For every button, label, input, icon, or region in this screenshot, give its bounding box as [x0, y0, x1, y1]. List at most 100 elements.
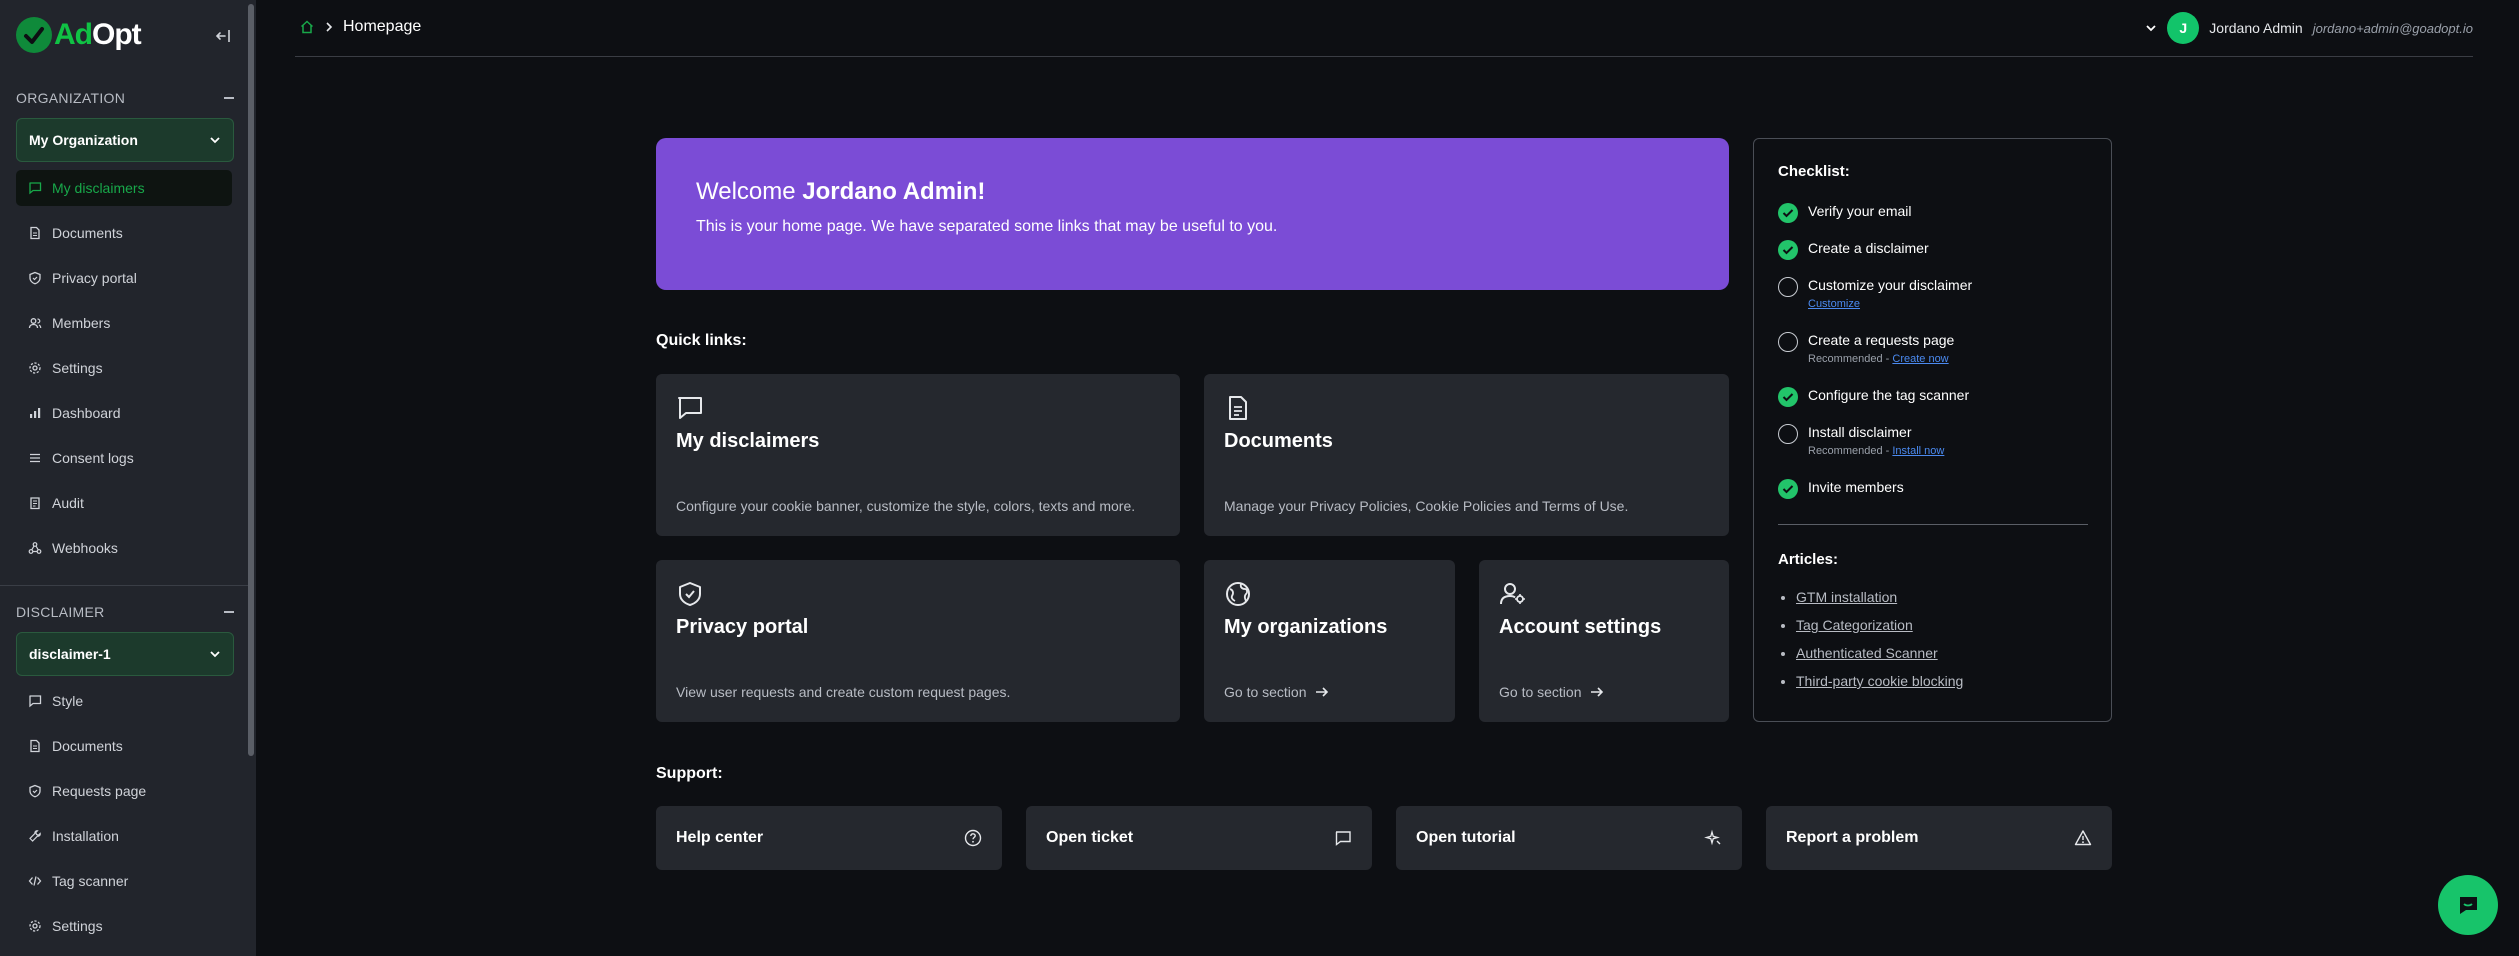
quick-links-label: Quick links:: [656, 332, 747, 349]
organization-selected-label: My Organization: [29, 132, 138, 148]
checklist-item-label: Verify your email: [1808, 203, 1912, 219]
sidebar-item-disclaimer-documents[interactable]: Documents: [16, 728, 232, 764]
quick-link-my-organizations[interactable]: My organizations Go to section: [1204, 560, 1455, 722]
top-bar: Homepage J Jordano Admin jordano+admin@g…: [295, 0, 2473, 57]
go-to-section-link[interactable]: Go to section: [1499, 684, 1604, 700]
article-link[interactable]: GTM installation: [1796, 589, 1963, 605]
sidebar-item-dashboard[interactable]: Dashboard: [16, 395, 232, 431]
card-description-text: Go to section: [1224, 684, 1307, 700]
sidebar-item-installation[interactable]: Installation: [16, 818, 232, 854]
articles-title: Articles:: [1778, 551, 1839, 568]
checklist-item-customize-disclaimer: Customize your disclaimer Customize: [1778, 277, 1972, 310]
shield-icon: [679, 582, 701, 606]
user-menu[interactable]: J Jordano Admin jordano+admin@goadopt.io: [2145, 12, 2473, 44]
empty-circle-icon: [1778, 277, 1798, 297]
sparkles-icon: [1704, 829, 1721, 846]
disclaimer-section-label: DISCLAIMER: [16, 604, 105, 620]
welcome-heading: Welcome Jordano Admin!: [696, 178, 1689, 206]
sidebar-item-label: Requests page: [52, 783, 147, 799]
quick-link-my-disclaimers[interactable]: My disclaimers Configure your cookie ban…: [656, 374, 1180, 536]
checklist-divider: [1778, 524, 2088, 525]
check-circle-icon: [1778, 203, 1798, 223]
sidebar-item-label: Settings: [52, 360, 103, 376]
organization-selector[interactable]: My Organization: [16, 118, 234, 162]
sidebar-item-label: Style: [52, 693, 84, 709]
support-open-ticket[interactable]: Open ticket: [1026, 806, 1372, 870]
chevron-down-icon[interactable]: [2145, 22, 2157, 34]
checklist-item-sub: Customize: [1808, 298, 1972, 310]
clipboard-icon: [30, 497, 40, 510]
sidebar-item-label: Installation: [52, 828, 119, 844]
minus-icon[interactable]: [224, 611, 234, 613]
support-open-tutorial[interactable]: Open tutorial: [1396, 806, 1742, 870]
sidebar-item-disclaimer-settings[interactable]: Settings: [16, 908, 232, 944]
card-description: Configure your cookie banner, customize …: [676, 498, 1135, 514]
checklist-item-create-requests-page: Create a requests page Recommended - Cre…: [1778, 332, 1954, 365]
sidebar-scrollbar[interactable]: [248, 4, 254, 756]
support-help-center[interactable]: Help center: [656, 806, 1002, 870]
organization-section-header[interactable]: ORGANIZATION: [16, 90, 234, 106]
minus-icon[interactable]: [224, 97, 234, 99]
article-link[interactable]: Authenticated Scanner: [1796, 645, 1963, 661]
sidebar-item-audit[interactable]: Audit: [16, 485, 232, 521]
sidebar: AdOpt ORGANIZATION My Organization My di…: [0, 0, 256, 956]
sidebar-item-webhooks[interactable]: Webhooks: [16, 530, 232, 566]
logo-text: AdOpt: [54, 18, 142, 52]
empty-circle-icon: [1778, 332, 1798, 352]
sidebar-item-label: Tag scanner: [52, 873, 129, 889]
recommended-label: Recommended -: [1808, 353, 1893, 365]
disclaimer-selector[interactable]: disclaimer-1: [16, 632, 234, 676]
support-report-problem[interactable]: Report a problem: [1766, 806, 2112, 870]
sidebar-item-label: My disclaimers: [52, 180, 145, 196]
customize-link[interactable]: Customize: [1808, 298, 1860, 310]
disclaimer-section-header[interactable]: DISCLAIMER: [16, 604, 234, 620]
warning-icon: [2074, 830, 2092, 846]
chevron-down-icon: [210, 137, 220, 144]
user-settings-icon: [1500, 583, 1525, 605]
chat-button[interactable]: [2438, 875, 2498, 935]
sidebar-item-members[interactable]: Members: [16, 305, 232, 341]
chat-icon: [2459, 897, 2477, 914]
sidebar-item-documents[interactable]: Documents: [16, 215, 232, 251]
card-description-text: View user requests and create custom req…: [676, 684, 1011, 700]
organization-section-label: ORGANIZATION: [16, 90, 126, 106]
sidebar-divider: [0, 585, 248, 586]
quick-link-documents[interactable]: Documents Manage your Privacy Policies, …: [1204, 374, 1729, 536]
sidebar-item-style[interactable]: Style: [16, 683, 232, 719]
card-description: View user requests and create custom req…: [676, 684, 1010, 700]
home-icon[interactable]: [299, 19, 315, 35]
create-now-link[interactable]: Create now: [1892, 353, 1948, 365]
message-icon: [29, 182, 42, 195]
checklist-item-label: Create a requests page: [1808, 332, 1955, 348]
sidebar-item-settings[interactable]: Settings: [16, 350, 232, 386]
card-title: Privacy portal: [676, 616, 809, 638]
logo-mark-icon: [16, 17, 52, 53]
quick-link-account-settings[interactable]: Account settings Go to section: [1479, 560, 1729, 722]
sidebar-item-my-disclaimers[interactable]: My disclaimers: [16, 170, 232, 206]
card-title: Account settings: [1499, 616, 1662, 638]
article-link[interactable]: Third-party cookie blocking: [1796, 673, 1963, 689]
empty-circle-icon: [1778, 424, 1798, 444]
check-circle-icon: [1778, 479, 1798, 499]
help-circle-icon: [964, 829, 982, 847]
quick-link-privacy-portal[interactable]: Privacy portal View user requests and cr…: [656, 560, 1180, 722]
document-icon: [30, 739, 40, 753]
avatar[interactable]: J: [2167, 12, 2200, 44]
sidebar-item-privacy-portal[interactable]: Privacy portal: [16, 260, 232, 296]
welcome-text: This is your home page. We have separate…: [696, 218, 1278, 235]
sidebar-item-consent-logs[interactable]: Consent logs: [16, 440, 232, 476]
article-link[interactable]: Tag Categorization: [1796, 617, 1963, 633]
go-to-section-link[interactable]: Go to section: [1224, 684, 1329, 700]
collapse-sidebar-icon[interactable]: [214, 26, 234, 46]
install-now-link[interactable]: Install now: [1892, 445, 1944, 457]
card-title: Documents: [1224, 430, 1333, 452]
sidebar-item-requests-page[interactable]: Requests page: [16, 773, 232, 809]
support-label: Support:: [656, 765, 723, 782]
sidebar-item-tag-scanner[interactable]: Tag scanner: [16, 863, 232, 899]
code-icon: [28, 876, 42, 886]
adopt-logo[interactable]: AdOpt: [16, 16, 142, 54]
checklist-item-create-disclaimer: Create a disclaimer: [1778, 240, 1929, 260]
breadcrumb: Homepage: [299, 18, 421, 36]
avatar-initial: J: [2179, 20, 2188, 36]
disclaimer-selected-label: disclaimer-1: [29, 646, 111, 662]
